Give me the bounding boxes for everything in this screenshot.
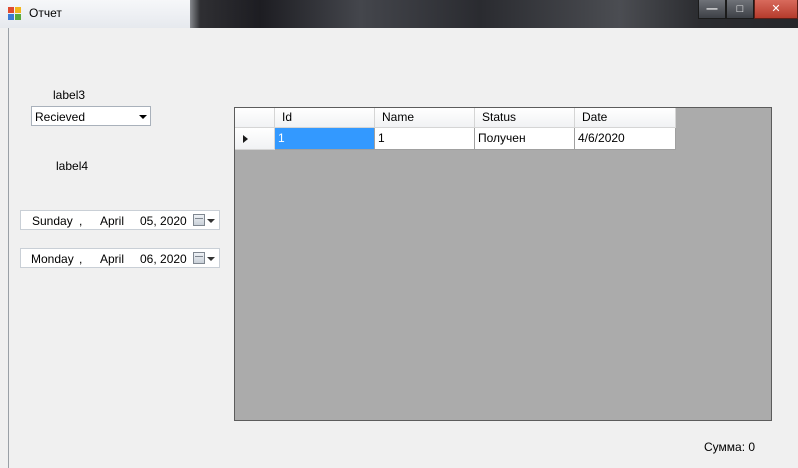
date-to-day[interactable]: Monday — [31, 252, 74, 266]
status-combobox-value: Recieved — [35, 110, 86, 124]
title-bar[interactable]: Отчет — □ ✕ — [0, 0, 798, 28]
data-grid[interactable]: Id Name Status Date 1 1 Получен 4/6/2020 — [234, 107, 772, 421]
date-to-picker[interactable]: Monday , April 06, 2020 — [20, 248, 220, 268]
cell-date[interactable]: 4/6/2020 — [575, 128, 676, 150]
date-from-date[interactable]: 05, 2020 — [140, 214, 187, 228]
maximize-button[interactable]: □ — [726, 0, 754, 19]
grid-header-row: Id Name Status Date — [235, 108, 676, 128]
chevron-down-icon[interactable] — [207, 257, 215, 261]
app-icon — [8, 7, 22, 21]
label4: label4 — [56, 159, 89, 173]
status-combobox[interactable]: Recieved — [31, 106, 151, 126]
cell-id[interactable]: 1 — [275, 128, 375, 150]
calendar-icon[interactable] — [193, 214, 205, 226]
current-row-arrow-icon — [243, 135, 248, 143]
window-title: Отчет — [29, 6, 62, 20]
window-controls: — □ ✕ — [698, 0, 798, 20]
column-header-name[interactable]: Name — [375, 108, 475, 128]
column-header-date[interactable]: Date — [575, 108, 676, 128]
date-to-sep: , — [79, 252, 83, 266]
chevron-down-icon[interactable] — [207, 219, 215, 223]
minimize-button[interactable]: — — [698, 0, 726, 19]
table-row[interactable]: 1 1 Получен 4/6/2020 — [235, 128, 676, 150]
chevron-down-icon[interactable] — [139, 115, 147, 119]
grid-corner-header[interactable] — [235, 108, 275, 128]
column-header-id[interactable]: Id — [275, 108, 375, 128]
row-header[interactable] — [235, 128, 275, 150]
column-header-status[interactable]: Status — [475, 108, 575, 128]
cell-name[interactable]: 1 — [375, 128, 475, 150]
title-bar-left: Отчет — [0, 0, 190, 28]
date-from-day[interactable]: Sunday — [32, 214, 73, 228]
cell-status[interactable]: Получен — [475, 128, 575, 150]
date-to-month[interactable]: April — [100, 252, 124, 266]
label3: label3 — [53, 88, 86, 102]
sum-label: Сумма: 0 — [704, 440, 756, 454]
close-button[interactable]: ✕ — [754, 0, 798, 19]
date-from-picker[interactable]: Sunday , April 05, 2020 — [20, 210, 220, 230]
calendar-icon[interactable] — [193, 252, 205, 264]
date-to-date[interactable]: 06, 2020 — [140, 252, 187, 266]
date-from-month[interactable]: April — [100, 214, 124, 228]
date-from-sep: , — [79, 214, 83, 228]
